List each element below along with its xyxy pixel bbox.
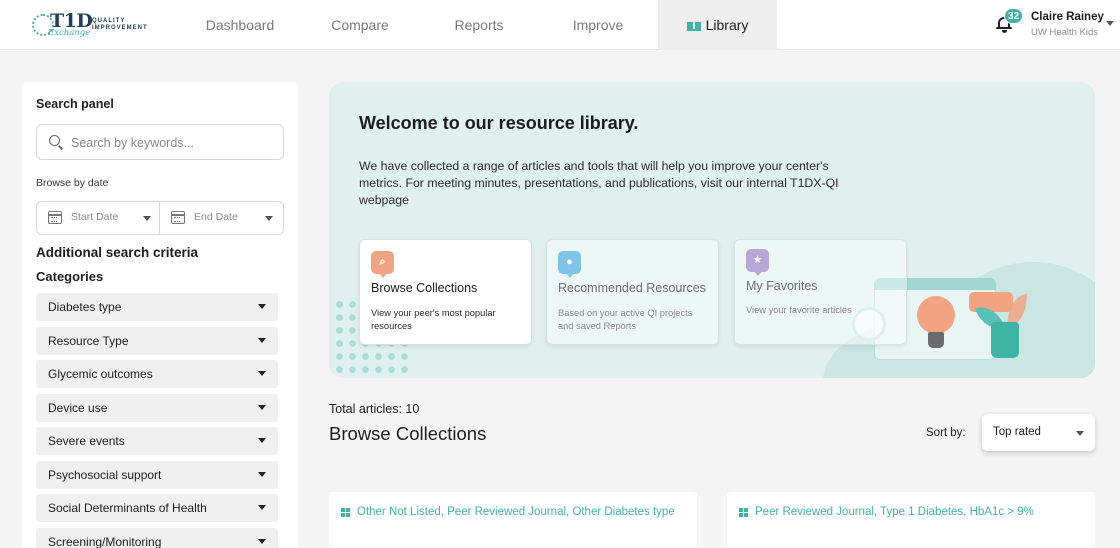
nav-reports[interactable]: Reports — [420, 0, 538, 50]
search-box[interactable] — [36, 124, 284, 160]
star-doc-icon: ★ — [746, 249, 769, 276]
calendar-icon — [171, 211, 185, 224]
caret-down-icon — [258, 338, 266, 343]
chevron-down-icon — [143, 216, 151, 221]
nav-compare[interactable]: Compare — [300, 0, 420, 50]
illustration-lightbulb-icon — [917, 296, 955, 334]
search-panel: Search panel Browse by date Start Date E… — [22, 82, 298, 548]
search-doc-icon: ⌕ — [371, 251, 394, 278]
end-date-field[interactable]: End Date — [159, 202, 281, 234]
article-card[interactable]: Peer Reviewed Journal, Type 1 Diabetes, … — [727, 492, 1095, 548]
category-label: Social Determinants of Health — [48, 501, 207, 515]
search-input[interactable] — [71, 133, 271, 153]
card-description: View your favorite articles — [746, 305, 852, 315]
article-card[interactable]: Other Not Listed, Peer Reviewed Journal,… — [329, 492, 697, 548]
total-articles-count: Total articles: 10 — [329, 402, 420, 416]
sort-by-label: Sort by: — [926, 427, 966, 439]
category-label: Device use — [48, 401, 108, 415]
start-date-field[interactable]: Start Date — [37, 202, 159, 234]
section-title: Browse Collections — [329, 423, 487, 444]
browse-by-date-label: Browse by date — [36, 177, 109, 189]
card-title: Browse Collections — [371, 281, 478, 295]
user-menu-chevron-down-icon[interactable] — [1106, 21, 1114, 26]
card-title: My Favorites — [746, 279, 818, 293]
caret-down-icon — [258, 472, 266, 477]
caret-down-icon — [258, 539, 266, 544]
grid-icon — [739, 508, 748, 517]
caret-down-icon — [258, 405, 266, 410]
category-label: Psychosocial support — [48, 468, 162, 482]
logo-mark: T1D Exchange — [32, 10, 93, 40]
logo-sub-line-2: IMPROVEMENT — [92, 25, 148, 31]
person-doc-icon: ● — [558, 251, 581, 278]
end-date-placeholder: End Date — [194, 211, 238, 223]
notification-count-badge: 32 — [1004, 8, 1024, 24]
sort-select[interactable]: Top rated — [982, 414, 1095, 451]
category-device-use[interactable]: Device use — [36, 394, 278, 422]
card-title: Recommended Resources — [558, 281, 706, 295]
chevron-down-icon — [1076, 431, 1084, 436]
illustration-lightbulb-base — [928, 332, 944, 348]
category-glycemic-outcomes[interactable]: Glycemic outcomes — [36, 360, 278, 388]
category-label: Glycemic outcomes — [48, 367, 153, 381]
search-panel-title: Search panel — [36, 97, 114, 111]
user-organization: UW Health Kids — [1031, 27, 1099, 38]
search-icon — [49, 135, 64, 150]
book-icon — [686, 22, 701, 31]
additional-criteria-heading: Additional search criteria — [36, 245, 199, 260]
top-navbar: T1D Exchange QUALITY IMPROVEMENT Dashboa… — [0, 0, 1120, 50]
category-label: Diabetes type — [48, 300, 122, 314]
category-psychosocial-support[interactable]: Psychosocial support — [36, 461, 278, 489]
card-description: Based on your active QI projects and sav… — [558, 308, 693, 331]
browse-collections-card[interactable]: ⌕ Browse Collections View your peer's mo… — [359, 239, 532, 345]
welcome-description: We have collected a range of articles an… — [359, 159, 839, 207]
chevron-down-icon — [265, 216, 273, 221]
start-date-placeholder: Start Date — [71, 211, 119, 223]
caret-down-icon — [258, 304, 266, 309]
nav-library-label: Library — [705, 17, 749, 33]
t1d-exchange-logo[interactable]: T1D Exchange QUALITY IMPROVEMENT — [32, 9, 148, 41]
logo-subtitle: QUALITY IMPROVEMENT — [92, 18, 148, 32]
category-label: Resource Type — [48, 334, 129, 348]
calendar-icon — [48, 211, 62, 224]
nav-library[interactable]: Library — [658, 0, 777, 50]
nav-improve[interactable]: Improve — [538, 0, 658, 50]
category-label: Screening/Monitoring — [48, 535, 162, 548]
article-tags[interactable]: Peer Reviewed Journal, Type 1 Diabetes, … — [755, 506, 1034, 518]
article-tags[interactable]: Other Not Listed, Peer Reviewed Journal,… — [357, 506, 675, 518]
category-resource-type[interactable]: Resource Type — [36, 327, 278, 355]
caret-down-icon — [258, 371, 266, 376]
sort-selected-value: Top rated — [993, 426, 1041, 438]
caret-down-icon — [258, 505, 266, 510]
category-social-determinants[interactable]: Social Determinants of Health — [36, 494, 278, 522]
recommended-resources-card[interactable]: ● Recommended Resources Based on your ac… — [546, 239, 719, 345]
welcome-banner: Welcome to our resource library. We have… — [329, 82, 1095, 378]
card-description: View your peer's most popular resources — [371, 308, 496, 331]
caret-down-icon — [258, 438, 266, 443]
grid-icon — [341, 508, 350, 517]
category-label: Severe events — [48, 434, 125, 448]
date-range-picker: Start Date End Date — [36, 201, 284, 235]
illustration-plant-pot — [991, 322, 1019, 358]
nav-dashboard[interactable]: Dashboard — [180, 0, 300, 50]
my-favorites-card[interactable]: ★ My Favorites View your favorite articl… — [734, 239, 907, 345]
categories-heading: Categories — [36, 269, 104, 284]
welcome-title: Welcome to our resource library. — [359, 113, 639, 133]
category-diabetes-type[interactable]: Diabetes type — [36, 293, 278, 321]
category-screening-monitoring[interactable]: Screening/Monitoring — [36, 528, 278, 548]
category-severe-events[interactable]: Severe events — [36, 427, 278, 455]
user-name[interactable]: Claire Rainey — [1031, 11, 1104, 23]
logo-sub-line-1: QUALITY — [92, 18, 126, 24]
logo-script-text: Exchange — [48, 28, 91, 38]
